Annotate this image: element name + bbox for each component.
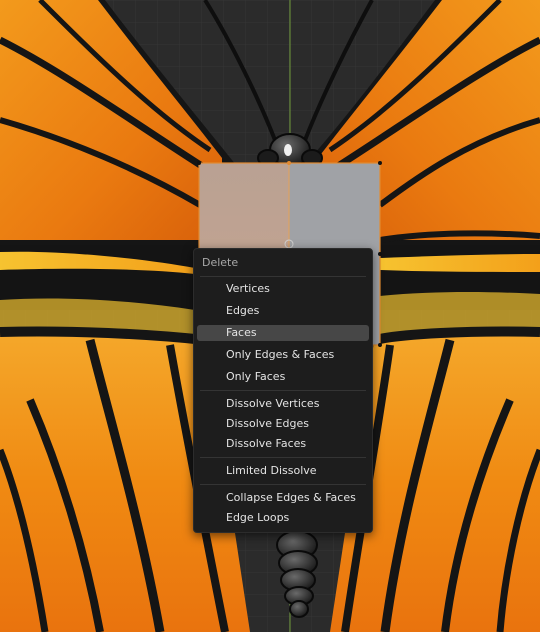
head-highlight [284, 144, 292, 156]
menu-item-collapse-edges-faces[interactable]: Collapse Edges & Faces [197, 490, 369, 506]
vertex[interactable] [378, 252, 382, 256]
menu-item-dissolve-faces[interactable]: Dissolve Faces [197, 436, 369, 452]
menu-item-dissolve-edges[interactable]: Dissolve Edges [197, 416, 369, 432]
menu-separator [200, 390, 366, 391]
menu-separator [200, 276, 366, 277]
menu-item-only-edges-faces[interactable]: Only Edges & Faces [197, 347, 369, 363]
vertex[interactable] [287, 161, 291, 165]
vertex[interactable] [378, 161, 382, 165]
delete-menu: Delete Vertices Edges Faces Only Edges &… [193, 248, 373, 533]
menu-item-limited-dissolve[interactable]: Limited Dissolve [197, 463, 369, 479]
menu-item-edges[interactable]: Edges [197, 303, 369, 319]
3d-viewport[interactable]: Delete Vertices Edges Faces Only Edges &… [0, 0, 540, 632]
menu-item-edge-loops[interactable]: Edge Loops [197, 510, 369, 526]
menu-item-faces[interactable]: Faces [197, 325, 369, 341]
vertex[interactable] [378, 343, 382, 347]
menu-separator [200, 457, 366, 458]
menu-item-only-faces[interactable]: Only Faces [197, 369, 369, 385]
vertex[interactable] [197, 161, 201, 165]
menu-item-dissolve-vertices[interactable]: Dissolve Vertices [197, 396, 369, 412]
menu-title: Delete [202, 256, 239, 269]
menu-item-vertices[interactable]: Vertices [197, 281, 369, 297]
menu-separator [200, 484, 366, 485]
